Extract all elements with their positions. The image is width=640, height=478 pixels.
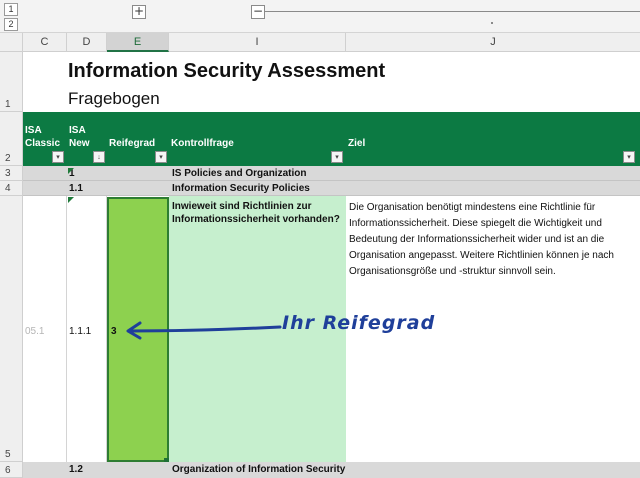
header-kontrollfrage: Kontrollfrage bbox=[171, 138, 234, 149]
row-header-6[interactable]: 6 bbox=[0, 462, 22, 478]
outline-bar: 1 2 + − bbox=[0, 0, 640, 33]
sheet-title: Information Security Assessment bbox=[68, 60, 386, 82]
row-header-5[interactable]: 5 bbox=[0, 196, 22, 462]
column-header-j[interactable]: J bbox=[346, 33, 640, 52]
filter-button-ziel[interactable]: ▾ bbox=[623, 151, 635, 163]
select-all-corner[interactable] bbox=[0, 33, 23, 52]
group-dot bbox=[491, 22, 493, 24]
outline-level-2-button[interactable]: 2 bbox=[4, 18, 18, 31]
filter-button-isa-classic[interactable]: ▾ bbox=[52, 151, 64, 163]
annotation-arrow-icon bbox=[126, 321, 282, 340]
filter-button-kontrollfrage[interactable]: ▾ bbox=[331, 151, 343, 163]
column-header-i[interactable]: I bbox=[169, 33, 346, 52]
column-header-c[interactable]: C bbox=[23, 33, 67, 52]
header-ziel: Ziel bbox=[348, 138, 366, 149]
row-header-bar: 1 2 3 4 5 6 bbox=[0, 52, 23, 478]
expand-group-button[interactable]: + bbox=[132, 5, 146, 19]
row6-text: Organization of Information Security bbox=[172, 464, 346, 475]
group-line bbox=[265, 11, 640, 12]
row4-isa-new: 1.1 bbox=[69, 183, 83, 194]
row6-isa-new: 1.2 bbox=[69, 464, 83, 475]
column-header-bar: C D E I J bbox=[0, 33, 640, 52]
row-header-3[interactable]: 3 bbox=[0, 166, 22, 181]
isa-classic-value: 05.1 bbox=[25, 326, 45, 337]
column-header-d[interactable]: D bbox=[67, 33, 107, 52]
row3-text: IS Policies and Organization bbox=[172, 168, 307, 179]
filter-button-reifegrad[interactable]: ▾ bbox=[155, 151, 167, 163]
annotation-label: Ihr Reifegrad bbox=[282, 312, 436, 334]
column-header-e[interactable]: E bbox=[107, 33, 169, 52]
row-header-1[interactable]: 1 bbox=[0, 52, 22, 112]
outline-level-1-button[interactable]: 1 bbox=[4, 3, 18, 16]
comment-indicator bbox=[68, 197, 74, 203]
collapse-group-button[interactable]: − bbox=[251, 5, 265, 19]
maturity-value: 3 bbox=[111, 326, 117, 337]
isa-new-value: 1.1.1 bbox=[69, 326, 92, 337]
comment-indicator bbox=[68, 168, 74, 174]
sort-button-isa-new[interactable]: ↓ bbox=[93, 151, 105, 163]
row-header-4[interactable]: 4 bbox=[0, 181, 22, 196]
row-header-2[interactable]: 2 bbox=[0, 112, 22, 166]
table-row-4 bbox=[23, 181, 640, 196]
table-row-3 bbox=[23, 166, 640, 181]
goal-text: Die Organisation benötigt mindestens ein… bbox=[349, 202, 614, 277]
row4-text: Information Security Policies bbox=[172, 183, 310, 194]
question-text: Inwieweit sind Richtlinien zur Informati… bbox=[172, 201, 340, 225]
sheet-subtitle: Fragebogen bbox=[68, 89, 160, 108]
